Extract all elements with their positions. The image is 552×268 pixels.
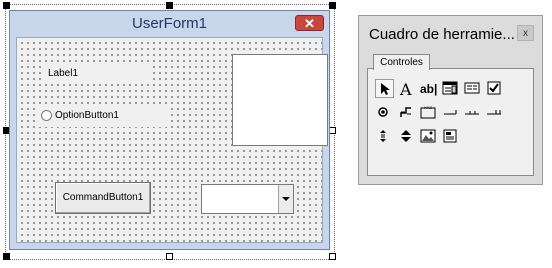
toolbox-title: Cuadro de herramie... bbox=[369, 26, 515, 43]
checkbox-tool[interactable] bbox=[485, 79, 504, 98]
command-button-control[interactable]: CommandButton1 bbox=[55, 182, 151, 214]
label-tool[interactable]: A bbox=[397, 79, 416, 98]
checkmark-icon bbox=[487, 81, 501, 95]
tabstrip-tool[interactable] bbox=[463, 103, 482, 122]
commandbutton-tool[interactable] bbox=[441, 103, 460, 122]
option-button-control[interactable]: OptionButton1 bbox=[37, 105, 169, 127]
combobox-dropdown-button[interactable] bbox=[278, 185, 293, 213]
ref-edit-icon bbox=[443, 129, 457, 143]
toolbox-window[interactable]: Cuadro de herramie... x Controles A ab| bbox=[358, 15, 543, 185]
radio-dot-icon bbox=[378, 107, 388, 117]
frame-control[interactable] bbox=[232, 54, 328, 146]
image-tool[interactable] bbox=[419, 127, 438, 146]
label-control[interactable]: Label1 bbox=[43, 62, 151, 84]
picture-icon bbox=[420, 129, 436, 143]
resize-handle-top-left[interactable] bbox=[3, 2, 10, 9]
svg-text:ab|: ab| bbox=[420, 82, 437, 96]
pointer-arrow-icon bbox=[381, 83, 390, 95]
multipage-tool[interactable] bbox=[485, 103, 504, 122]
togglebutton-tool[interactable] bbox=[397, 103, 416, 122]
option-button-label: OptionButton1 bbox=[55, 110, 119, 121]
resize-handle-bottom-left[interactable] bbox=[3, 253, 10, 260]
spin-arrows-icon bbox=[401, 130, 411, 142]
radio-icon bbox=[41, 110, 52, 121]
userform-title: UserForm1 bbox=[131, 15, 207, 32]
optionbutton-tool[interactable] bbox=[375, 103, 394, 122]
textbox-tool[interactable]: ab| bbox=[419, 79, 438, 98]
listbox-tool[interactable] bbox=[463, 79, 482, 98]
toolbox-controls-panel: A ab| XYZ bbox=[367, 68, 534, 176]
textbox-icon: ab| bbox=[420, 82, 437, 96]
chevron-down-icon bbox=[282, 197, 290, 201]
userform-titlebar[interactable]: UserForm1 ✕ bbox=[10, 11, 329, 37]
combobox-icon bbox=[442, 81, 458, 95]
select-objects-tool[interactable] bbox=[375, 79, 394, 98]
tab-controles[interactable]: Controles bbox=[373, 54, 430, 70]
refedit-tool[interactable] bbox=[441, 127, 460, 146]
toggle-button-icon bbox=[400, 107, 411, 117]
listbox-icon bbox=[464, 82, 480, 94]
userform-design-grid[interactable]: Label1 OptionButton1 CommandButton1 bbox=[16, 37, 328, 243]
button-icon bbox=[444, 110, 457, 115]
resize-handle-right[interactable] bbox=[329, 127, 336, 134]
svg-text:XYZ: XYZ bbox=[424, 105, 432, 110]
letter-a-icon: A bbox=[399, 80, 412, 98]
resize-handle-top[interactable] bbox=[166, 2, 173, 9]
close-icon[interactable]: x bbox=[517, 25, 534, 41]
close-icon[interactable]: ✕ bbox=[295, 15, 324, 31]
scrollbar-tool[interactable] bbox=[375, 127, 394, 146]
combobox-control[interactable] bbox=[201, 184, 294, 214]
spinbutton-tool[interactable] bbox=[397, 127, 416, 146]
userform-window[interactable]: UserForm1 ✕ Label1 OptionButton1 Command… bbox=[9, 10, 330, 250]
tab-strip-icon bbox=[465, 111, 479, 115]
combobox-tool[interactable] bbox=[441, 79, 460, 98]
frame-icon: XYZ bbox=[420, 105, 436, 119]
resize-handle-bottom[interactable] bbox=[166, 253, 173, 260]
frame-tool[interactable]: XYZ bbox=[419, 103, 438, 122]
svg-text:A: A bbox=[399, 80, 412, 98]
scroll-arrows-icon bbox=[380, 130, 386, 142]
multi-page-icon bbox=[487, 110, 501, 115]
resize-handle-top-right[interactable] bbox=[329, 2, 336, 9]
resize-handle-bottom-right[interactable] bbox=[329, 253, 336, 260]
